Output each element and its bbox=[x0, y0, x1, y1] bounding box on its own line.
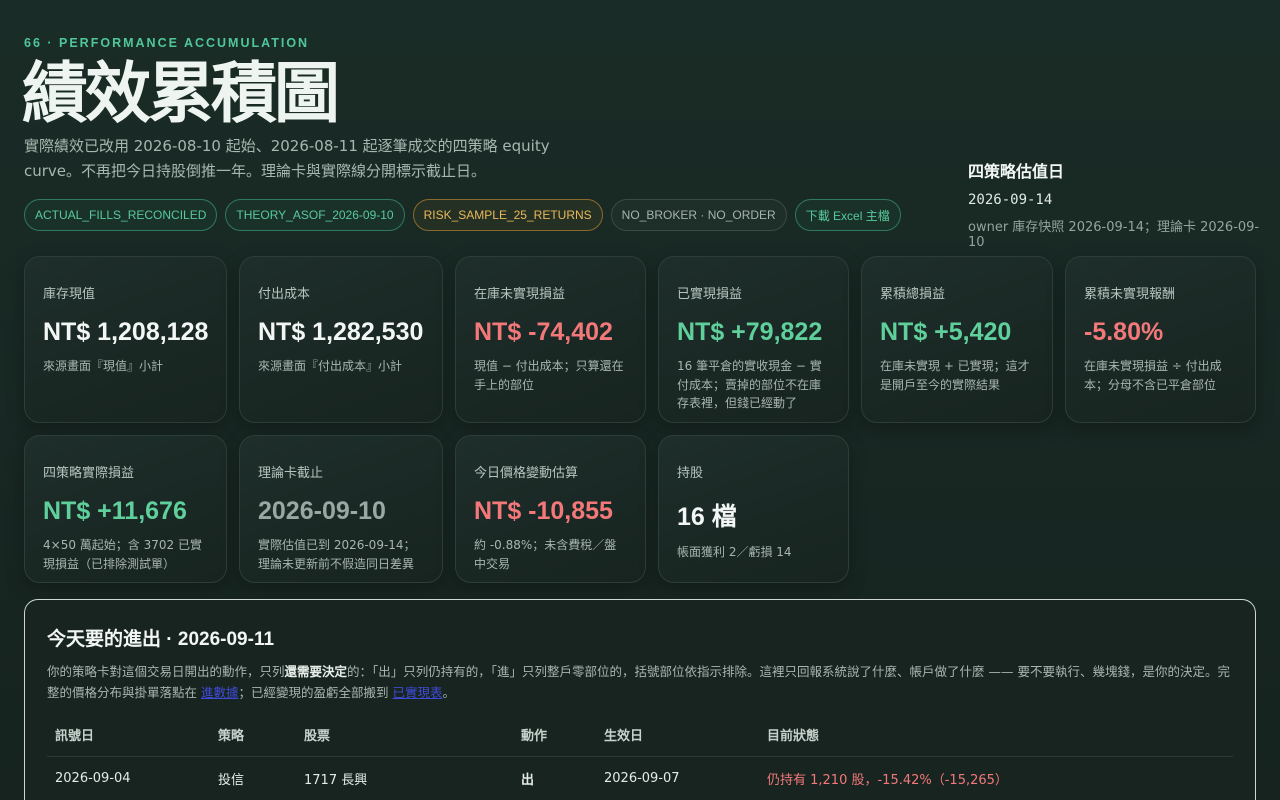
desc-text: 你的策略卡對這個交易日開出的動作，只列 bbox=[47, 664, 285, 679]
card-note: 帳面獲利 2／虧損 14 bbox=[677, 545, 792, 559]
card-value: NT$ -10,855 bbox=[474, 497, 613, 525]
download-excel-button[interactable]: 下載 Excel 主檔 bbox=[794, 199, 901, 231]
col-action: 動作 bbox=[513, 725, 596, 757]
status-chips: ACTUAL_FILLS_RECONCILED THEORY_ASOF_2026… bbox=[24, 199, 901, 231]
card-label: 累積總損益 bbox=[880, 287, 946, 302]
valuation-date-block: 四策略估值日 2026-09-14 owner 庫存快照 2026-09-14；… bbox=[968, 158, 1268, 250]
card-value: NT$ +11,676 bbox=[43, 497, 187, 525]
chip-theory-asof: THEORY_ASOF_2026-09-10 bbox=[225, 199, 405, 231]
card-label: 今日價格變動估算 bbox=[474, 466, 579, 481]
card-label: 付出成本 bbox=[258, 287, 311, 302]
card-value: -5.80% bbox=[1084, 318, 1164, 346]
actions-table: 訊號日 策略 股票 動作 生效日 目前狀態 2026-09-04 投信 1717… bbox=[47, 725, 1233, 800]
col-signal-date: 訊號日 bbox=[47, 725, 210, 757]
panel-title: 今天要的進出 · 2026-09-11 bbox=[47, 629, 275, 650]
card-label: 已實現損益 bbox=[677, 287, 743, 302]
card-holdings: 持股 16 檔 帳面獲利 2／虧損 14 bbox=[658, 435, 849, 583]
card-strategy-pnl: 四策略實際損益 NT$ +11,676 4×50 萬起始；含 3702 已實現損… bbox=[24, 435, 227, 583]
valuation-note: owner 庫存快照 2026-09-14；理論卡 2026-09-10 bbox=[968, 220, 1260, 250]
card-value: NT$ 1,208,128 bbox=[43, 318, 209, 346]
card-note: 現值 − 付出成本；只算還在手上的部位 bbox=[474, 359, 624, 392]
card-today-change: 今日價格變動估算 NT$ -10,855 約 -0.88%；未含費稅／盤中交易 bbox=[455, 435, 646, 583]
card-note: 在庫未實現損益 ÷ 付出成本；分母不含已平倉部位 bbox=[1084, 359, 1222, 392]
card-note: 4×50 萬起始；含 3702 已實現損益（已排除測試單） bbox=[43, 538, 202, 571]
card-value: NT$ +79,822 bbox=[677, 318, 823, 346]
page-subtitle: 實際績效已改用 2026-08-10 起始、2026-08-11 起逐筆成交的四… bbox=[24, 137, 550, 180]
valuation-date: 2026-09-14 bbox=[968, 192, 1053, 208]
card-note: 約 -0.88%；未含費稅／盤中交易 bbox=[474, 538, 617, 571]
chip-actual-fills: ACTUAL_FILLS_RECONCILED bbox=[24, 199, 218, 231]
page-kicker: 66 · PERFORMANCE ACCUMULATION bbox=[24, 36, 310, 50]
desc-text: 。 bbox=[442, 685, 456, 700]
card-paid-cost: 付出成本 NT$ 1,282,530 來源畫面『付出成本』小計 bbox=[239, 256, 443, 423]
table-header-row: 訊號日 策略 股票 動作 生效日 目前狀態 bbox=[47, 725, 1233, 757]
card-note: 來源畫面『現值』小計 bbox=[43, 359, 164, 373]
card-label: 累積未實現報酬 bbox=[1084, 287, 1176, 302]
card-label: 理論卡截止 bbox=[258, 466, 324, 481]
card-label: 四策略實際損益 bbox=[43, 466, 135, 481]
card-unrealized-return: 累積未實現報酬 -5.80% 在庫未實現損益 ÷ 付出成本；分母不含已平倉部位 bbox=[1065, 256, 1256, 423]
page-title: 績效累積圖 bbox=[22, 55, 340, 132]
cell-status: 仍持有 1,210 股，-15.42%（-15,265） bbox=[759, 756, 1233, 800]
cell-effective-date: 2026-09-07 bbox=[596, 756, 759, 800]
card-label: 在庫未實現損益 bbox=[474, 287, 566, 302]
card-note: 來源畫面『付出成本』小計 bbox=[258, 359, 403, 373]
card-value: 16 檔 bbox=[677, 503, 737, 531]
card-value: NT$ -74,402 bbox=[474, 318, 613, 346]
card-label: 持股 bbox=[677, 466, 704, 481]
card-theory-cutoff: 理論卡截止 2026-09-10 實際估值已到 2026-09-14；理論未更新… bbox=[239, 435, 443, 583]
table-row: 2026-09-04 投信 1717 長興 出 2026-09-07 仍持有 1… bbox=[47, 756, 1233, 800]
card-realized-pnl: 已實現損益 NT$ +79,822 16 筆平倉的實收現金 − 實付成本；賣掉的… bbox=[658, 256, 849, 423]
card-inventory-value: 庫存現值 NT$ 1,208,128 來源畫面『現值』小計 bbox=[24, 256, 227, 423]
card-value: 2026-09-10 bbox=[258, 497, 386, 525]
link-realized-table[interactable]: 已實現表 bbox=[392, 685, 442, 700]
desc-bold: 還需要決定 bbox=[284, 664, 348, 679]
cell-signal-date: 2026-09-04 bbox=[47, 756, 210, 800]
cell-strategy: 投信 bbox=[210, 756, 296, 800]
link-entry-data[interactable]: 進數據 bbox=[201, 685, 239, 700]
card-note: 在庫未實現 + 已實現；這才是開戶至今的實際結果 bbox=[880, 359, 1030, 392]
card-note: 實際估值已到 2026-09-14；理論未更新前不假造同日差異 bbox=[258, 538, 416, 571]
col-stock: 股票 bbox=[296, 725, 513, 757]
chip-no-broker: NO_BROKER · NO_ORDER bbox=[610, 199, 787, 231]
cell-stock: 1717 長興 bbox=[296, 756, 513, 800]
col-strategy: 策略 bbox=[210, 725, 296, 757]
card-value: NT$ +5,420 bbox=[880, 318, 1012, 346]
card-label: 庫存現值 bbox=[43, 287, 96, 302]
valuation-date-label: 四策略估值日 bbox=[968, 162, 1065, 181]
col-status: 目前狀態 bbox=[759, 725, 1233, 757]
desc-text: ；已經變現的盈虧全部搬到 bbox=[238, 685, 393, 700]
card-value: NT$ 1,282,530 bbox=[258, 318, 424, 346]
panel-description: 你的策略卡對這個交易日開出的動作，只列還需要決定的：「出」只列仍持有的，「進」只… bbox=[47, 661, 1233, 703]
card-total-pnl: 累積總損益 NT$ +5,420 在庫未實現 + 已實現；這才是開戶至今的實際結… bbox=[861, 256, 1053, 423]
col-effective-date: 生效日 bbox=[596, 725, 759, 757]
card-note: 16 筆平倉的實收現金 − 實付成本；賣掉的部位不在庫存表裡，但錢已經動了 bbox=[677, 359, 822, 410]
card-unrealized-pnl: 在庫未實現損益 NT$ -74,402 現值 − 付出成本；只算還在手上的部位 bbox=[455, 256, 646, 423]
today-actions-panel: 今天要的進出 · 2026-09-11 你的策略卡對這個交易日開出的動作，只列還… bbox=[24, 599, 1256, 800]
cell-action: 出 bbox=[513, 756, 596, 800]
chip-risk-sample: RISK_SAMPLE_25_RETURNS bbox=[412, 199, 603, 231]
